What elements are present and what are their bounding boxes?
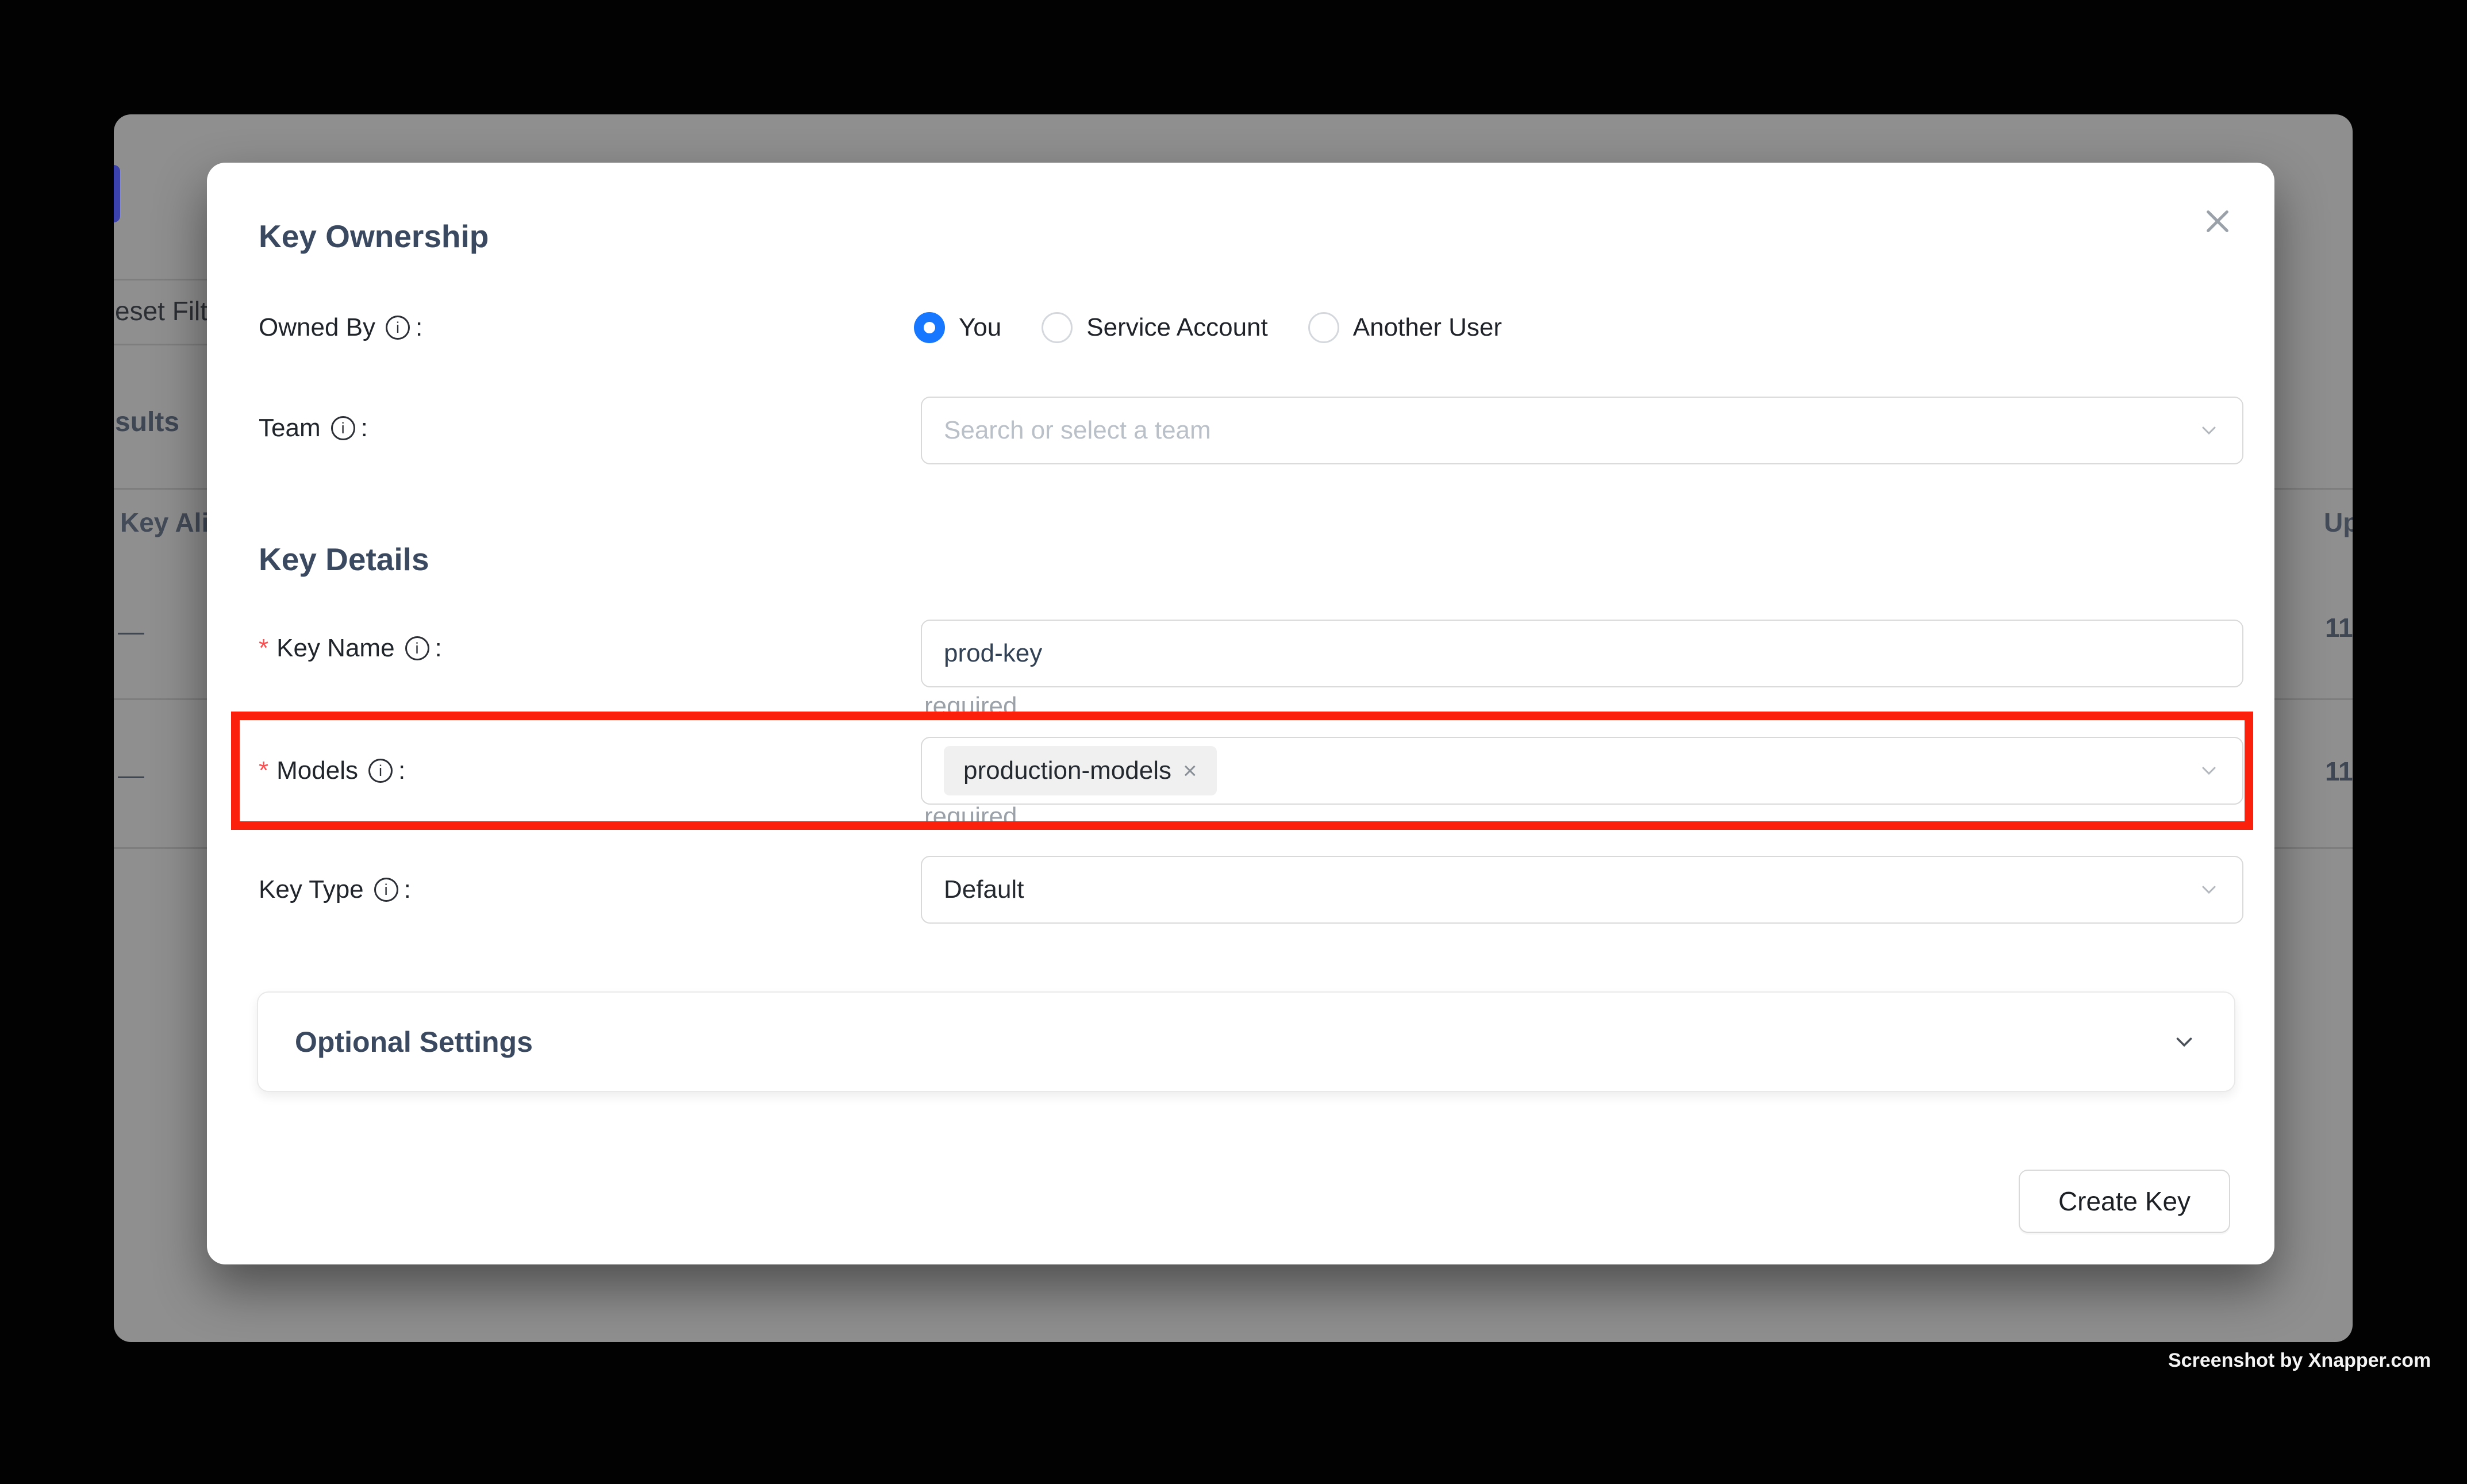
models-validation-message: required [924, 802, 1017, 831]
radio-option-you[interactable]: You [914, 312, 1001, 343]
chevron-down-icon [2197, 759, 2220, 782]
reset-filters-button-partial: eset Filt [115, 295, 207, 326]
radio-unselected-icon[interactable] [1042, 312, 1073, 343]
colon: : [361, 414, 368, 443]
info-icon[interactable]: i [374, 878, 398, 902]
create-key-button[interactable]: Create Key [2019, 1170, 2230, 1233]
team-label-row: Team i : [259, 410, 368, 446]
table-row-cell: 11/ [2325, 756, 2353, 787]
key-name-input[interactable]: prod-key [921, 620, 2243, 687]
required-asterisk: * [259, 756, 268, 785]
colon: : [435, 634, 442, 663]
owned-by-label: Owned By [259, 313, 375, 342]
key-name-label: Key Name [276, 634, 394, 663]
screenshot-canvas: eset Filt sults Key Alia Up — 11/ — 11/ … [0, 0, 2467, 1484]
column-header-updated: Up [2324, 507, 2353, 538]
key-type-label-row: Key Type i : [259, 872, 411, 908]
models-label: Models [276, 756, 358, 785]
colon: : [404, 875, 411, 904]
selected-model-tag-label: production-models [963, 756, 1171, 785]
results-count-partial: sults [115, 406, 179, 438]
filter-bar-divider-top [114, 279, 213, 280]
close-button[interactable] [2199, 203, 2236, 240]
table-row-cell: 11/ [2325, 612, 2353, 643]
colon: : [416, 313, 422, 342]
radio-option-label: Another User [1353, 313, 1502, 342]
key-type-label: Key Type [259, 875, 364, 904]
radio-option-label: Service Account [1086, 313, 1268, 342]
owned-by-radio-group: You Service Account Another User [914, 310, 1502, 345]
radio-unselected-icon[interactable] [1308, 312, 1339, 343]
team-label: Team [259, 414, 321, 443]
section-title-key-details: Key Details [259, 541, 429, 578]
radio-selected-icon[interactable] [914, 312, 945, 343]
chevron-down-icon [2171, 1029, 2197, 1055]
primary-button-partial [114, 165, 120, 222]
watermark: Screenshot by Xnapper.com [2168, 1350, 2431, 1372]
table-row-cell: — [118, 616, 144, 647]
key-type-select[interactable]: Default [921, 856, 2243, 924]
chevron-down-icon [2197, 419, 2220, 442]
remove-tag-icon[interactable]: × [1183, 759, 1197, 783]
info-icon[interactable]: i [368, 759, 393, 783]
section-title-key-ownership: Key Ownership [259, 218, 489, 255]
models-multiselect[interactable]: production-models × [921, 737, 2243, 805]
key-name-validation-message: required [924, 692, 1017, 721]
key-type-value: Default [944, 875, 1024, 904]
table-row-cell: — [118, 759, 144, 790]
chevron-down-icon [2197, 878, 2220, 901]
key-name-value: prod-key [944, 639, 1042, 668]
radio-option-service-account[interactable]: Service Account [1042, 312, 1268, 343]
colon: : [398, 756, 405, 785]
optional-settings-panel[interactable]: Optional Settings [257, 991, 2235, 1092]
owned-by-label-row: Owned By i : [259, 310, 422, 345]
info-icon[interactable]: i [405, 636, 429, 660]
team-select[interactable]: Search or select a team [921, 397, 2243, 464]
radio-option-label: You [959, 313, 1001, 342]
info-icon[interactable]: i [331, 416, 355, 440]
filter-bar-divider-bottom [114, 344, 213, 345]
required-asterisk: * [259, 634, 268, 663]
info-icon[interactable]: i [386, 316, 410, 340]
models-label-row: * Models i : [259, 753, 405, 789]
key-name-label-row: * Key Name i : [259, 630, 442, 666]
optional-settings-title: Optional Settings [295, 1025, 533, 1059]
selected-model-tag: production-models × [944, 746, 1217, 795]
close-icon [2201, 205, 2234, 237]
radio-option-another-user[interactable]: Another User [1308, 312, 1502, 343]
create-key-modal: Key Ownership Owned By i : You Service A… [207, 163, 2274, 1264]
team-select-placeholder: Search or select a team [944, 416, 1211, 445]
